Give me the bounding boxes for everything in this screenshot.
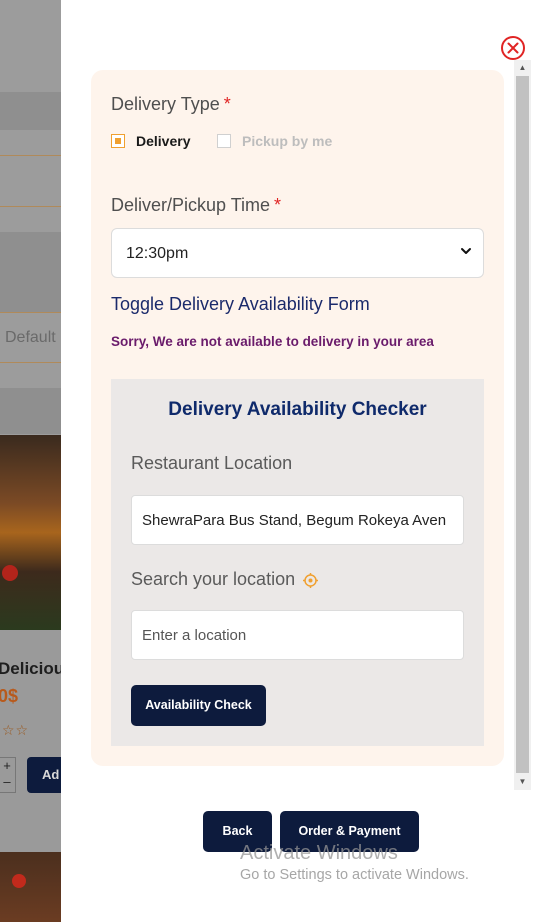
scrollbar-thumb[interactable] [516, 76, 529, 773]
restaurant-location-label: Restaurant Location [131, 453, 293, 473]
toggle-availability-form-link[interactable]: Toggle Delivery Availability Form [111, 294, 370, 315]
windows-activation-subtitle: Go to Settings to activate Windows. [240, 867, 469, 883]
background-sort-select: Default [5, 329, 56, 346]
availability-check-button[interactable]: Availability Check [131, 685, 266, 726]
search-location-label: Search your location [131, 569, 296, 589]
pickup-time-label: Deliver/Pickup Time * [111, 195, 282, 215]
background-divider [0, 312, 61, 313]
chevron-down-icon [461, 248, 471, 254]
background-page: Default Deliciou 0$ ☆☆ + – Ad [0, 0, 61, 922]
quantity-plus: + [3, 758, 11, 773]
background-divider [0, 362, 61, 363]
delivery-option[interactable]: Delivery [111, 131, 190, 151]
quantity-minus: – [3, 774, 11, 789]
pickup-option-label: Pickup by me [242, 133, 333, 149]
background-product-price: 0$ [0, 686, 19, 706]
pickup-time-value: 12:30pm [126, 245, 189, 262]
background-add-button: Ad [27, 757, 61, 793]
background-divider [0, 206, 61, 207]
background-quantity-stepper: + – [0, 757, 16, 793]
scroll-down-arrow-icon[interactable]: ▼ [514, 776, 531, 788]
background-band [0, 92, 61, 130]
required-mark: * [274, 195, 282, 215]
windows-activation-title: Activate Windows [240, 842, 398, 864]
background-product-title: Deliciou [0, 659, 61, 678]
close-icon[interactable] [500, 35, 526, 61]
pickup-time-select[interactable]: 12:30pm [111, 228, 484, 278]
scroll-up-arrow-icon[interactable]: ▲ [514, 62, 531, 74]
search-location-placeholder: Enter a location [142, 627, 247, 644]
delivery-option-label: Delivery [136, 133, 191, 149]
background-product-image [0, 435, 61, 630]
restaurant-location-field[interactable]: ShewraPara Bus Stand, Begum Rokeya Aven [131, 495, 464, 545]
pickup-checkbox[interactable] [217, 134, 231, 148]
search-location-input[interactable]: Enter a location [131, 610, 464, 660]
background-rating-stars: ☆☆ [2, 722, 30, 738]
pickup-option[interactable]: Pickup by me [217, 131, 332, 151]
delivery-checkbox[interactable] [111, 134, 125, 148]
checker-title: Delivery Availability Checker [168, 399, 427, 420]
delivery-type-label: Delivery Type * [111, 94, 231, 114]
background-product-image [0, 852, 61, 922]
scrollbar[interactable]: ▲ ▼ [514, 60, 531, 790]
target-location-icon[interactable] [303, 573, 318, 588]
background-band [0, 388, 61, 434]
background-divider [0, 155, 61, 156]
availability-checker: Delivery Availability Checker Restaurant… [111, 379, 484, 746]
availability-error-message: Sorry, We are not available to delivery … [111, 334, 434, 349]
background-band [0, 232, 61, 312]
required-mark: * [223, 94, 231, 114]
restaurant-location-value: ShewraPara Bus Stand, Begum Rokeya Aven [142, 512, 447, 529]
